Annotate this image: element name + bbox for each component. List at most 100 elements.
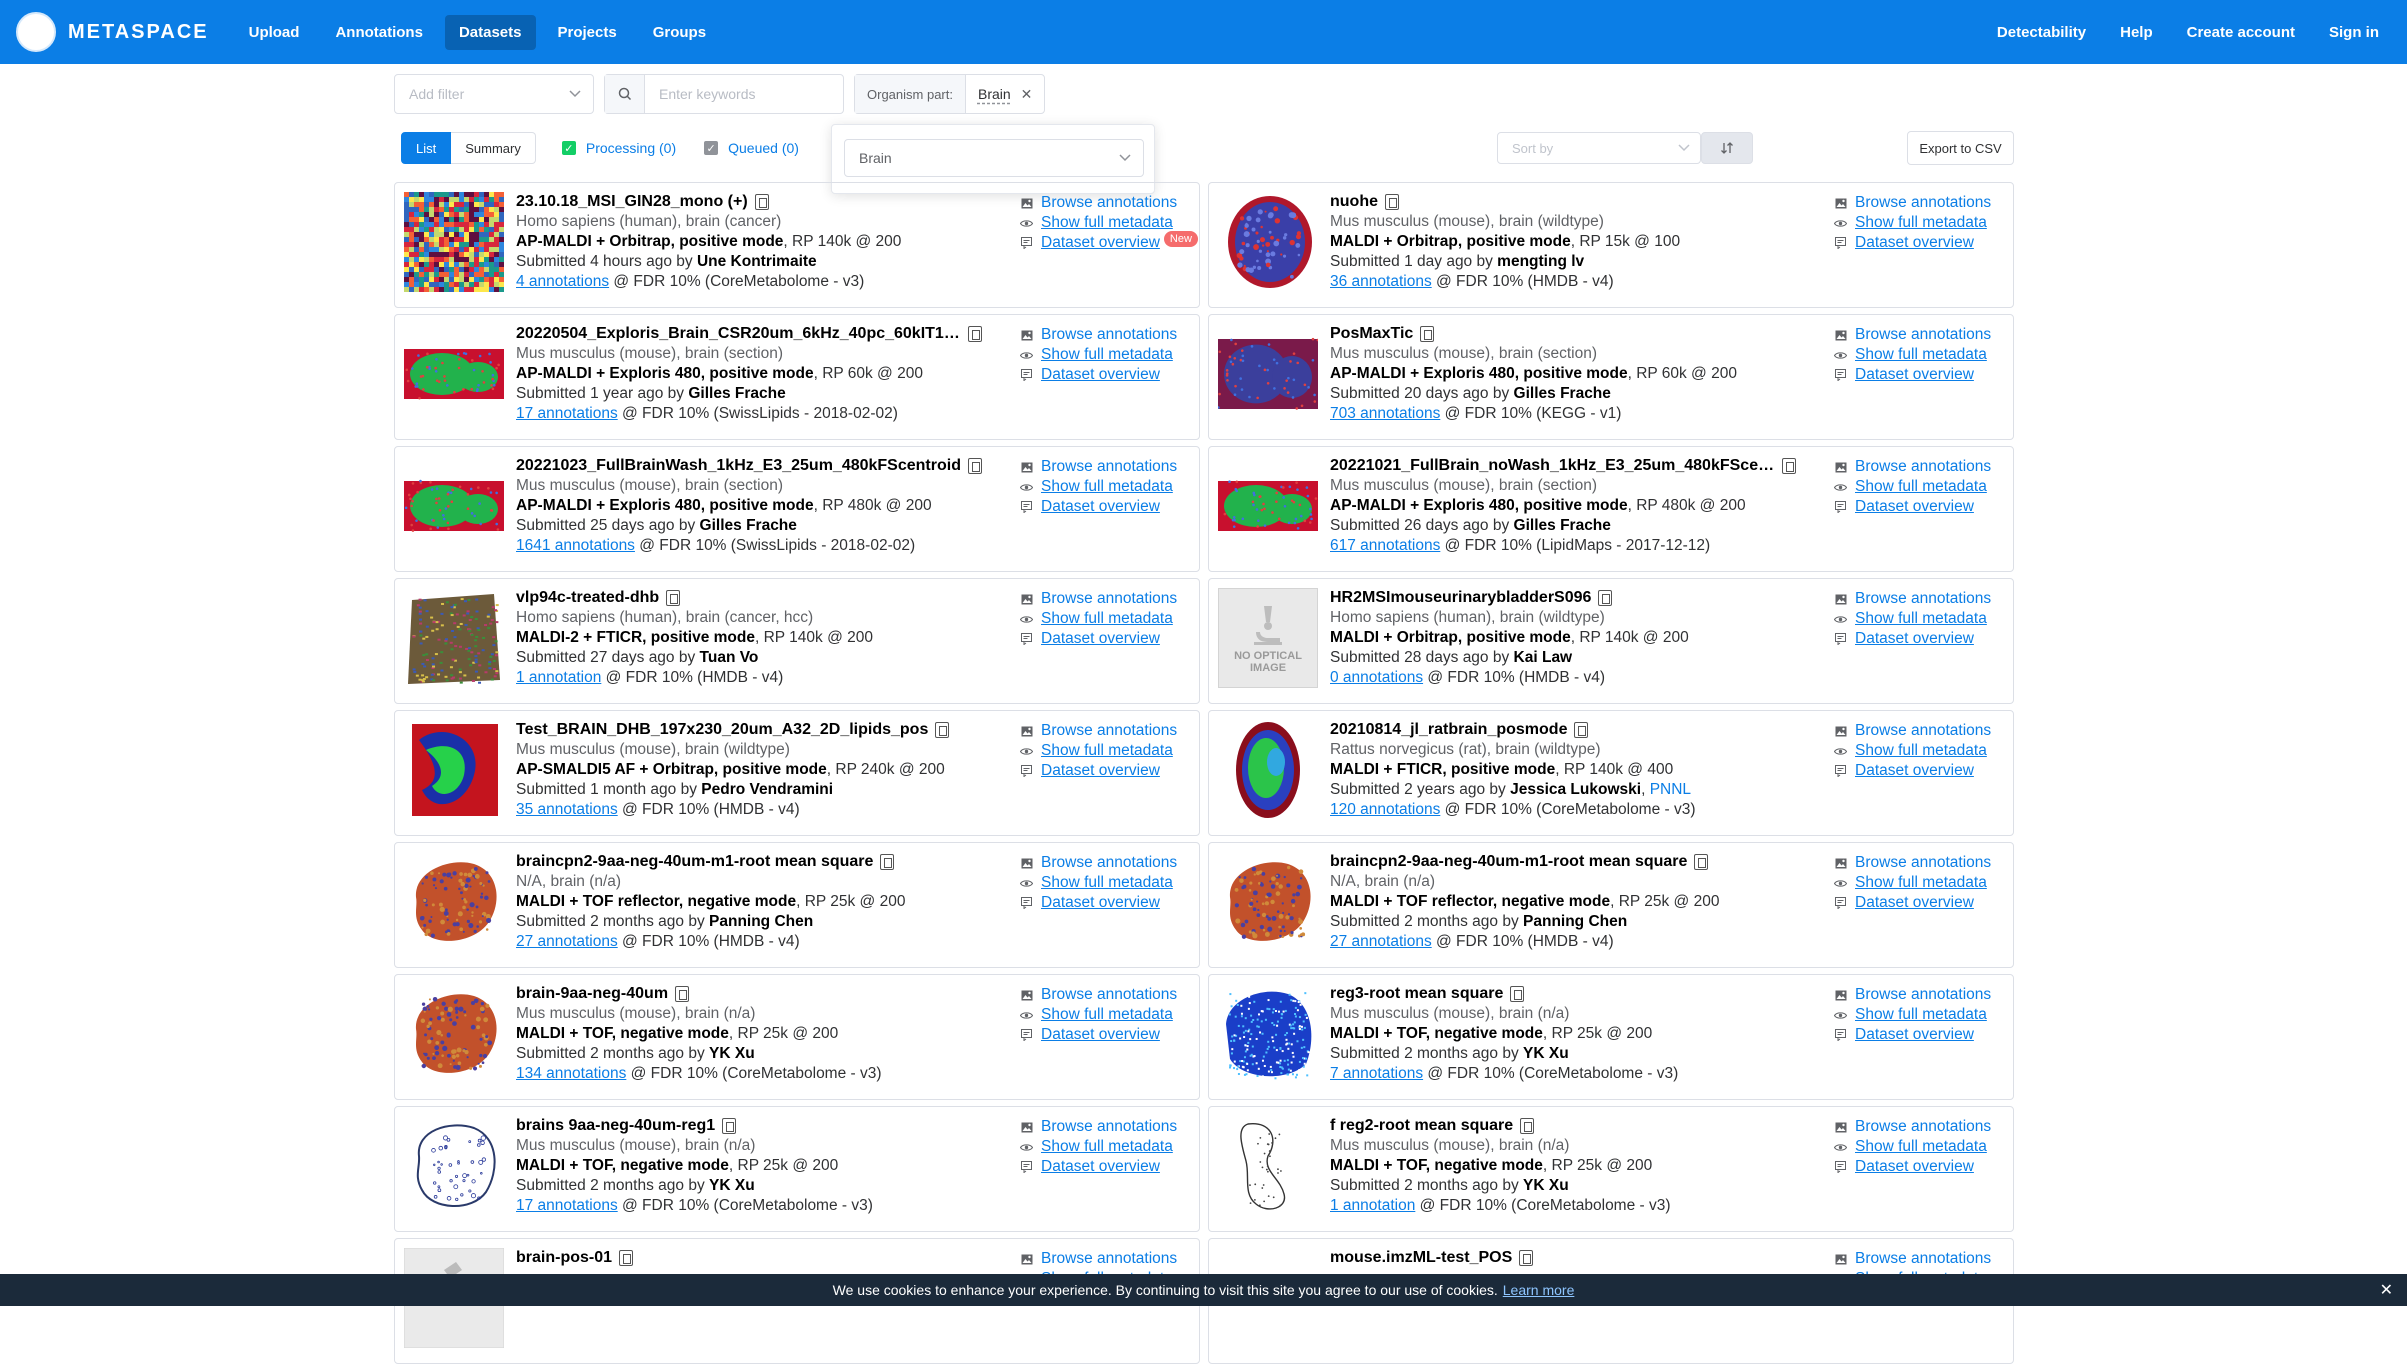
dataset-overview-link[interactable]: Dataset overview xyxy=(1020,893,1177,913)
show-metadata-link[interactable]: Show full metadata xyxy=(1020,345,1177,365)
dataset-thumbnail[interactable] xyxy=(404,984,504,1084)
copy-icon[interactable] xyxy=(619,1250,634,1266)
nav-detectability[interactable]: Detectability xyxy=(1983,15,2100,50)
dataset-thumbnail[interactable] xyxy=(1218,1116,1318,1216)
browse-annotations-link[interactable]: Browse annotations xyxy=(1020,1249,1177,1269)
browse-annotations-link[interactable]: Browse annotations xyxy=(1020,457,1177,477)
dataset-thumbnail[interactable] xyxy=(404,720,504,820)
browse-annotations-link[interactable]: Browse annotations xyxy=(1834,325,1991,345)
export-csv-button[interactable]: Export to CSV xyxy=(1907,131,2014,165)
organism-part-value[interactable]: Brain xyxy=(966,86,1021,102)
copy-icon[interactable] xyxy=(1574,722,1589,738)
dataset-thumbnail[interactable] xyxy=(404,1116,504,1216)
dataset-thumbnail[interactable] xyxy=(1218,456,1318,556)
copy-icon[interactable] xyxy=(675,986,690,1002)
browse-annotations-link[interactable]: Browse annotations xyxy=(1834,985,1991,1005)
nav-projects[interactable]: Projects xyxy=(544,15,631,50)
show-metadata-link[interactable]: Show full metadata xyxy=(1834,1137,1991,1157)
copy-icon[interactable] xyxy=(967,458,982,474)
organism-part-filter[interactable]: Organism part: Brain ✕ xyxy=(854,74,1046,114)
show-metadata-link[interactable]: Show full metadata xyxy=(1834,213,1991,233)
copy-icon[interactable] xyxy=(1520,1118,1535,1134)
search-input[interactable] xyxy=(657,76,827,112)
copy-icon[interactable] xyxy=(880,854,895,870)
annotations-link[interactable]: 1 annotation xyxy=(1330,1197,1415,1214)
dataset-thumbnail[interactable] xyxy=(404,588,504,688)
show-metadata-link[interactable]: Show full metadata xyxy=(1834,873,1991,893)
annotations-link[interactable]: 1 annotation xyxy=(516,669,601,686)
browse-annotations-link[interactable]: Browse annotations xyxy=(1020,1117,1177,1137)
nav-groups[interactable]: Groups xyxy=(639,15,720,50)
show-metadata-link[interactable]: Show full metadata xyxy=(1020,477,1177,497)
copy-icon[interactable] xyxy=(1519,1250,1534,1266)
nav-datasets[interactable]: Datasets xyxy=(444,14,536,50)
annotations-link[interactable]: 17 annotations xyxy=(516,1197,618,1214)
annotations-link[interactable]: 703 annotations xyxy=(1330,405,1440,422)
dataset-thumbnail[interactable] xyxy=(1218,852,1318,952)
copy-icon[interactable] xyxy=(968,326,982,342)
dataset-overview-link[interactable]: Dataset overview xyxy=(1834,233,1991,253)
dataset-overview-link[interactable]: Dataset overview xyxy=(1834,629,1991,649)
dataset-overview-link[interactable]: Dataset overview xyxy=(1020,761,1177,781)
dataset-thumbnail[interactable] xyxy=(1218,984,1318,1084)
dataset-thumbnail[interactable] xyxy=(1218,192,1318,292)
dataset-overview-link[interactable]: Dataset overview xyxy=(1020,365,1177,385)
browse-annotations-link[interactable]: Browse annotations xyxy=(1020,589,1177,609)
show-metadata-link[interactable]: Show full metadata xyxy=(1020,741,1177,761)
sort-direction-button[interactable] xyxy=(1701,132,1753,164)
browse-annotations-link[interactable]: Browse annotations xyxy=(1834,853,1991,873)
copy-icon[interactable] xyxy=(1694,854,1709,870)
show-metadata-link[interactable]: Show full metadata xyxy=(1834,741,1991,761)
dataset-overview-link[interactable]: Dataset overview xyxy=(1834,1025,1991,1045)
annotations-link[interactable]: 4 annotations xyxy=(516,273,609,290)
annotations-link[interactable]: 27 annotations xyxy=(516,933,618,950)
dataset-thumbnail[interactable] xyxy=(404,852,504,952)
dataset-overview-link[interactable]: Dataset overview xyxy=(1834,497,1991,517)
sort-by-select[interactable]: Sort by xyxy=(1497,132,1701,164)
show-metadata-link[interactable]: Show full metadata xyxy=(1020,873,1177,893)
annotations-link[interactable]: 27 annotations xyxy=(1330,933,1432,950)
copy-icon[interactable] xyxy=(722,1118,737,1134)
organism-part-select[interactable]: Brain xyxy=(844,139,1144,177)
show-metadata-link[interactable]: Show full metadata xyxy=(1834,609,1991,629)
show-metadata-link[interactable]: Show full metadata xyxy=(1834,1005,1991,1025)
copy-icon[interactable] xyxy=(1385,194,1399,210)
browse-annotations-link[interactable]: Browse annotations xyxy=(1834,721,1991,741)
copy-icon[interactable] xyxy=(666,590,681,606)
show-metadata-link[interactable]: Show full metadata xyxy=(1020,1005,1177,1025)
dataset-thumbnail[interactable] xyxy=(1218,324,1318,424)
browse-annotations-link[interactable]: Browse annotations xyxy=(1020,193,1198,213)
dataset-overview-link[interactable]: Dataset overview xyxy=(1020,629,1177,649)
dataset-overview-link[interactable]: Dataset overview xyxy=(1834,761,1991,781)
show-metadata-link[interactable]: Show full metadata xyxy=(1020,609,1177,629)
close-icon[interactable]: ✕ xyxy=(1021,86,1045,103)
nav-create-account[interactable]: Create account xyxy=(2173,15,2309,50)
show-metadata-link[interactable]: Show full metadata xyxy=(1834,345,1991,365)
copy-icon[interactable] xyxy=(1598,590,1613,606)
annotations-link[interactable]: 36 annotations xyxy=(1330,273,1432,290)
annotations-link[interactable]: 35 annotations xyxy=(516,801,618,818)
copy-icon[interactable] xyxy=(1782,458,1796,474)
dataset-overview-link[interactable]: Dataset overview xyxy=(1834,1157,1991,1177)
dataset-overview-link[interactable]: Dataset overview xyxy=(1020,1025,1177,1045)
annotations-link[interactable]: 120 annotations xyxy=(1330,801,1440,818)
browse-annotations-link[interactable]: Browse annotations xyxy=(1020,721,1177,741)
dataset-thumbnail[interactable] xyxy=(404,324,504,424)
dataset-thumbnail[interactable] xyxy=(404,456,504,556)
browse-annotations-link[interactable]: Browse annotations xyxy=(1020,985,1177,1005)
dataset-thumbnail[interactable] xyxy=(1218,720,1318,820)
show-metadata-link[interactable]: Show full metadata xyxy=(1020,1137,1177,1157)
dataset-thumbnail[interactable]: NO OPTICAL IMAGE xyxy=(1218,588,1318,688)
copy-icon[interactable] xyxy=(754,194,769,210)
browse-annotations-link[interactable]: Browse annotations xyxy=(1020,853,1177,873)
nav-annotations[interactable]: Annotations xyxy=(321,15,437,50)
show-metadata-link[interactable]: Show full metadata xyxy=(1834,477,1991,497)
annotations-link[interactable]: 17 annotations xyxy=(516,405,618,422)
browse-annotations-link[interactable]: Browse annotations xyxy=(1834,1249,1991,1269)
learn-more-link[interactable]: Learn more xyxy=(1503,1282,1575,1298)
browse-annotations-link[interactable]: Browse annotations xyxy=(1834,457,1991,477)
copy-icon[interactable] xyxy=(935,722,950,738)
add-filter-select[interactable]: Add filter xyxy=(394,74,594,114)
logo[interactable]: METASPACE xyxy=(16,12,209,52)
dataset-overview-link[interactable]: Dataset overview xyxy=(1834,365,1991,385)
